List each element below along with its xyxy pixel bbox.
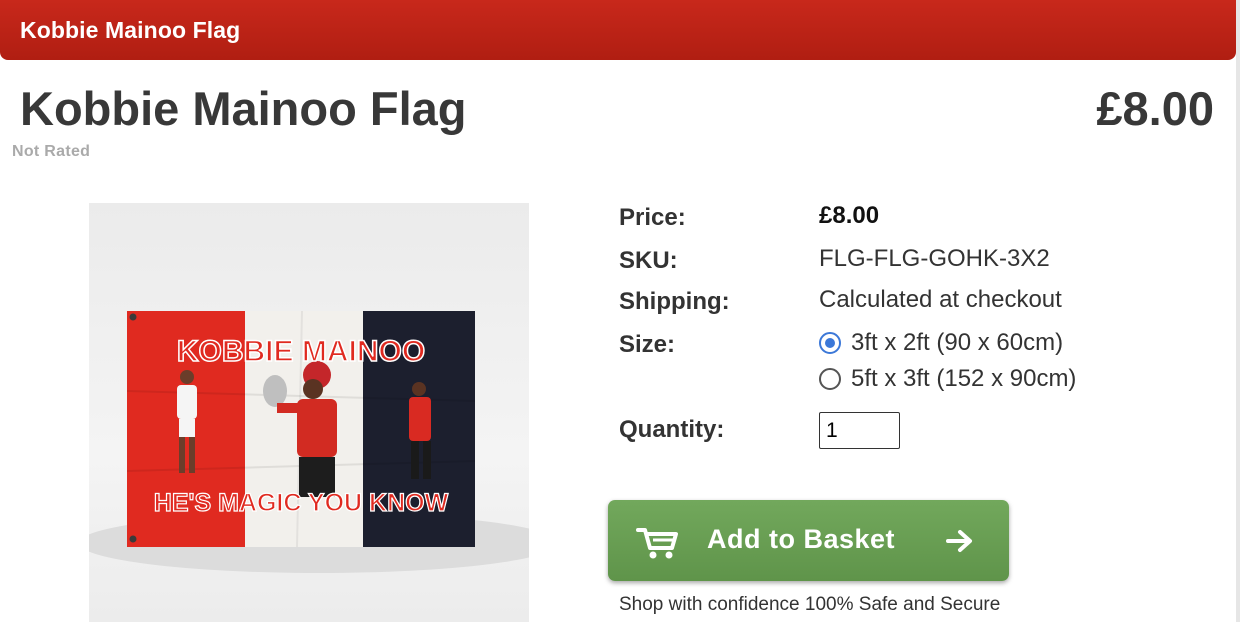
quantity-label: Quantity: — [619, 416, 725, 443]
sku-value: FLG-FLG-GOHK-3X2 — [819, 245, 1050, 272]
size-option-label: 3ft x 2ft (90 x 60cm) — [851, 329, 1064, 356]
secure-shopping-note: Shop with confidence 100% Safe and Secur… — [619, 594, 1001, 615]
product-image[interactable]: KOBBIE MAINOO HE'S MAGIC YOU KNOW — [89, 203, 529, 622]
header-title: Kobbie Mainoo Flag — [20, 17, 241, 43]
size-option-label: 5ft x 3ft (152 x 90cm) — [851, 365, 1077, 392]
rating-status: Not Rated — [12, 143, 91, 160]
price-label: Price: — [619, 204, 686, 231]
size-label: Size: — [619, 331, 676, 358]
page-header-bar: Kobbie Mainoo Flag — [0, 0, 1236, 60]
cart-icon — [636, 524, 680, 565]
flag-illustration: KOBBIE MAINOO HE'S MAGIC YOU KNOW — [89, 310, 529, 573]
shipping-value: Calculated at checkout — [819, 286, 1062, 313]
size-radio-3x2[interactable] — [819, 332, 841, 354]
scrollbar-track[interactable] — [1236, 0, 1240, 622]
shipping-label: Shipping: — [619, 288, 730, 315]
flag-bottom-text: HE'S MAGIC YOU KNOW — [154, 489, 449, 517]
product-price: £8.00 — [1096, 82, 1214, 135]
flag-top-text: KOBBIE MAINOO — [177, 335, 425, 368]
quantity-input[interactable] — [819, 412, 900, 449]
price-value: £8.00 — [819, 202, 880, 229]
product-title: Kobbie Mainoo Flag — [20, 82, 467, 135]
size-radio-5x3[interactable] — [819, 368, 841, 390]
add-to-basket-label: Add to Basket — [707, 524, 896, 554]
sku-label: SKU: — [619, 247, 678, 274]
arrow-right-icon — [946, 529, 974, 558]
add-to-basket-button[interactable]: Add to Basket — [608, 500, 1009, 581]
size-option-5x3[interactable]: 5ft x 3ft (152 x 90cm) — [819, 365, 1076, 393]
size-option-3x2[interactable]: 3ft x 2ft (90 x 60cm) — [819, 329, 1063, 357]
